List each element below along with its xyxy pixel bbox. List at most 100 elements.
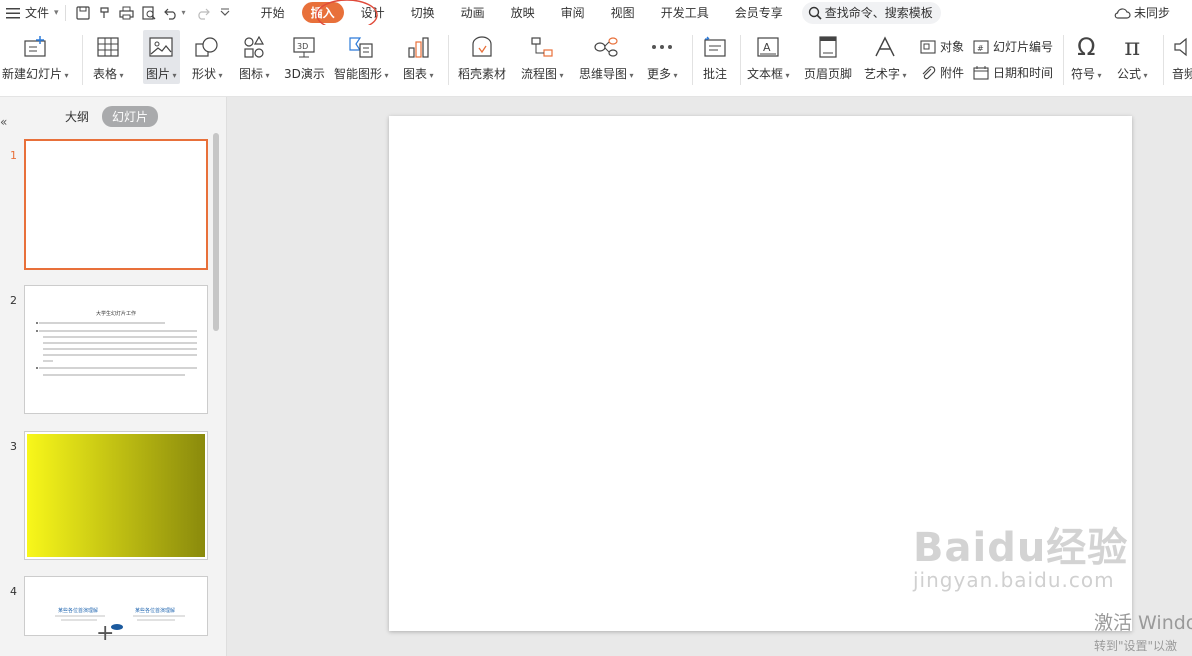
windows-activation-text: 激活 Windo [1094,612,1192,634]
header-footer-button[interactable]: 页眉页脚 [804,33,852,82]
tab-member-label: 会员专享 [734,6,783,20]
chevron-down-icon: ▾ [427,71,434,80]
new-slide-button[interactable]: 新建幻灯片 ▾ [2,33,69,82]
hamburger-icon [6,7,20,18]
picture-label: 图片 [146,67,171,81]
chevron-down-icon: ▾ [170,71,177,80]
search-icon [808,6,822,20]
table-button[interactable]: 表格 ▾ [93,33,124,82]
slide2-title: 大学生幻灯片工作 [95,311,136,317]
sync-status-label: 未同步 [1133,6,1170,20]
tab-review-label: 审阅 [560,6,585,20]
more-button[interactable]: 更多 ▾ [647,33,678,82]
material-button[interactable]: 稻壳素材 [458,33,506,82]
formula-label: 公式 [1117,67,1142,81]
paperclip-icon [922,65,936,79]
flowchart-button[interactable]: 流程图 ▾ [521,33,564,82]
symbol-button[interactable]: Ω 符号 ▾ [1071,33,1102,82]
tab-design[interactable]: 设计 [348,0,398,25]
command-search[interactable]: 查找命令、搜索模板 [801,1,941,24]
tab-developer[interactable]: 开发工具 [648,0,722,25]
sync-status[interactable]: 未同步 [1113,0,1170,25]
material-label: 稻壳素材 [458,67,507,81]
slide4-col1-title: 某些各位首演理解 [58,608,99,614]
object-button[interactable]: 对象 [920,38,964,55]
tab-member[interactable]: 会员专享 [722,0,796,25]
slide3-gradient-fill [27,434,205,557]
tab-transition[interactable]: 切换 [398,0,448,25]
tab-review[interactable]: 审阅 [548,0,598,25]
chevron-down-icon: ▾ [216,71,223,80]
table-label: 表格 [93,67,118,81]
chevron-down-icon: ▾ [783,71,790,80]
chevron-down-icon: ▾ [900,71,907,80]
comment-button[interactable]: 批注 [701,33,729,82]
chevron-down-icon: ▾ [627,71,634,80]
print-icon[interactable] [116,2,138,24]
picture-button[interactable]: 图片 ▾ [143,30,180,84]
command-search-label: 查找命令、搜索模板 [824,6,933,20]
tab-outline[interactable]: 大纲 [65,108,89,125]
textbox-button[interactable]: A 文本框 ▾ [747,33,790,82]
file-menu[interactable]: 文件 ▾ [0,0,59,25]
tab-insert[interactable]: 插入 [298,0,348,25]
undo-dropdown-icon[interactable]: ▾ [182,8,186,17]
slide-number-icon: # [973,39,989,54]
panel-scrollbar[interactable] [213,133,219,331]
textbox-icon: A [754,33,782,61]
wordart-button[interactable]: 艺术字 ▾ [864,33,907,82]
svg-text:A: A [763,41,771,54]
tab-animation[interactable]: 动画 [448,0,498,25]
tab-view[interactable]: 视图 [598,0,648,25]
smartart-button[interactable]: 智能图形 ▾ [334,33,389,82]
audio-button[interactable]: 音频 [1170,33,1192,82]
slide-number-button[interactable]: # 幻灯片编号 [973,38,1053,55]
slide-thumbnail-2[interactable]: 大学生幻灯片工作 [24,285,208,414]
chevron-down-icon: ▾ [54,7,59,18]
add-slide-icon[interactable]: + [96,623,114,645]
slide-thumbnail-4[interactable]: 某些各位首演理解 某些各位首演理解 [24,576,208,636]
wordart-icon [871,33,899,61]
object-icon [920,39,936,54]
tab-home[interactable]: 开始 [248,0,298,25]
datetime-button[interactable]: 日期和时间 [973,64,1053,81]
undo-icon[interactable] [160,2,182,24]
comment-label: 批注 [702,67,727,81]
mindmap-button[interactable]: 思维导图 ▾ [579,33,634,82]
attachment-button[interactable]: 附件 [920,64,964,81]
icons-grid-icon [240,33,268,61]
save-icon[interactable] [72,2,94,24]
smartart-label: 智能图形 [334,67,383,81]
customize-toolbar-icon[interactable] [214,2,236,24]
shape-button[interactable]: 形状 ▾ [192,33,223,82]
slide-thumbnail-3[interactable] [24,431,208,560]
format-painter-icon[interactable] [94,2,116,24]
svg-text:#: # [977,44,984,53]
comment-icon [701,33,729,61]
watermark-brand: Baidu经验 [913,525,1129,571]
table-icon [94,33,122,61]
chart-label: 图表 [403,67,428,81]
formula-button[interactable]: π 公式 ▾ [1117,33,1148,82]
chevron-down-icon: ▾ [117,71,124,80]
redo-icon[interactable] [192,2,214,24]
tab-view-label: 视图 [610,6,635,20]
tab-slideshow[interactable]: 放映 [498,0,548,25]
icon-library-button[interactable]: 图标 ▾ [239,33,270,82]
chevron-down-icon: ▾ [557,71,564,80]
cloud-sync-icon [1114,7,1131,19]
print-preview-icon[interactable] [138,2,160,24]
chart-button[interactable]: 图表 ▾ [403,33,434,82]
omega-icon: Ω [1077,33,1096,61]
tab-slides[interactable]: 幻灯片 [102,106,159,127]
calendar-icon [973,65,989,80]
chevron-down-icon: ▾ [1095,71,1102,80]
slide-number-4: 4 [10,585,17,598]
object-label: 对象 [940,40,965,54]
slide-thumbnail-1[interactable] [24,139,208,270]
material-icon [468,33,496,61]
3d-demo-button[interactable]: 3D 3D演示 [284,33,325,82]
collapse-panel-icon[interactable]: « [0,115,7,129]
mindmap-label: 思维导图 [579,67,628,81]
slide-number-2: 2 [10,294,17,307]
